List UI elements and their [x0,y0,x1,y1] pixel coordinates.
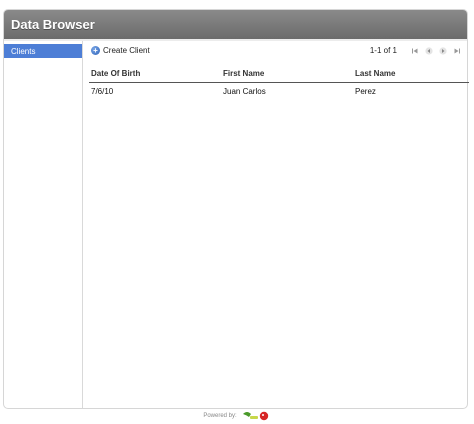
last-page-icon [454,48,460,53]
first-page-icon [412,48,418,53]
clients-table: Date Of Birth First Name Last Name 7/6/1… [89,66,469,99]
column-header-first-name[interactable]: First Name [221,66,353,83]
cell-first-name: Juan Carlos [223,86,266,96]
powered-by-text: Powered by: [203,413,237,419]
cell-last-name: Perez [355,86,376,96]
footer: Powered by: [0,409,474,423]
sidebar-item-clients[interactable]: Clients [4,44,82,58]
app-header: Data Browser [4,10,467,39]
prev-page-button[interactable] [425,46,433,55]
table-row[interactable]: 7/6/10 Juan Carlos Perez [89,83,469,100]
prev-page-icon [425,46,433,55]
toolbar: + Create Client 1-1 of 1 [83,44,467,61]
first-page-button[interactable] [411,47,419,55]
sidebar-item-label: Clients [11,46,36,56]
app-title: Data Browser [11,17,95,32]
create-client-button[interactable]: + Create Client [91,46,150,55]
main-panel: + Create Client 1-1 of 1 Date Of Birth F… [83,41,469,408]
table-header-row: Date Of Birth First Name Last Name [89,66,469,83]
column-header-last-name[interactable]: Last Name [353,66,469,83]
next-page-button[interactable] [439,46,447,55]
column-header-date-of-birth[interactable]: Date Of Birth [89,66,221,83]
logo-icon [242,411,268,421]
cell-date-of-birth: 7/6/10 [91,86,114,96]
next-page-icon [439,46,447,55]
sidebar: Clients [4,41,83,408]
data-browser-window: Data Browser Clients + Create Client 1-1… [3,9,469,409]
last-page-button[interactable] [453,47,461,55]
plus-circle-icon: + [91,46,100,55]
pager-range: 1-1 of 1 [369,46,397,55]
create-client-label: Create Client [103,46,150,55]
pager: 1-1 of 1 [370,46,461,55]
